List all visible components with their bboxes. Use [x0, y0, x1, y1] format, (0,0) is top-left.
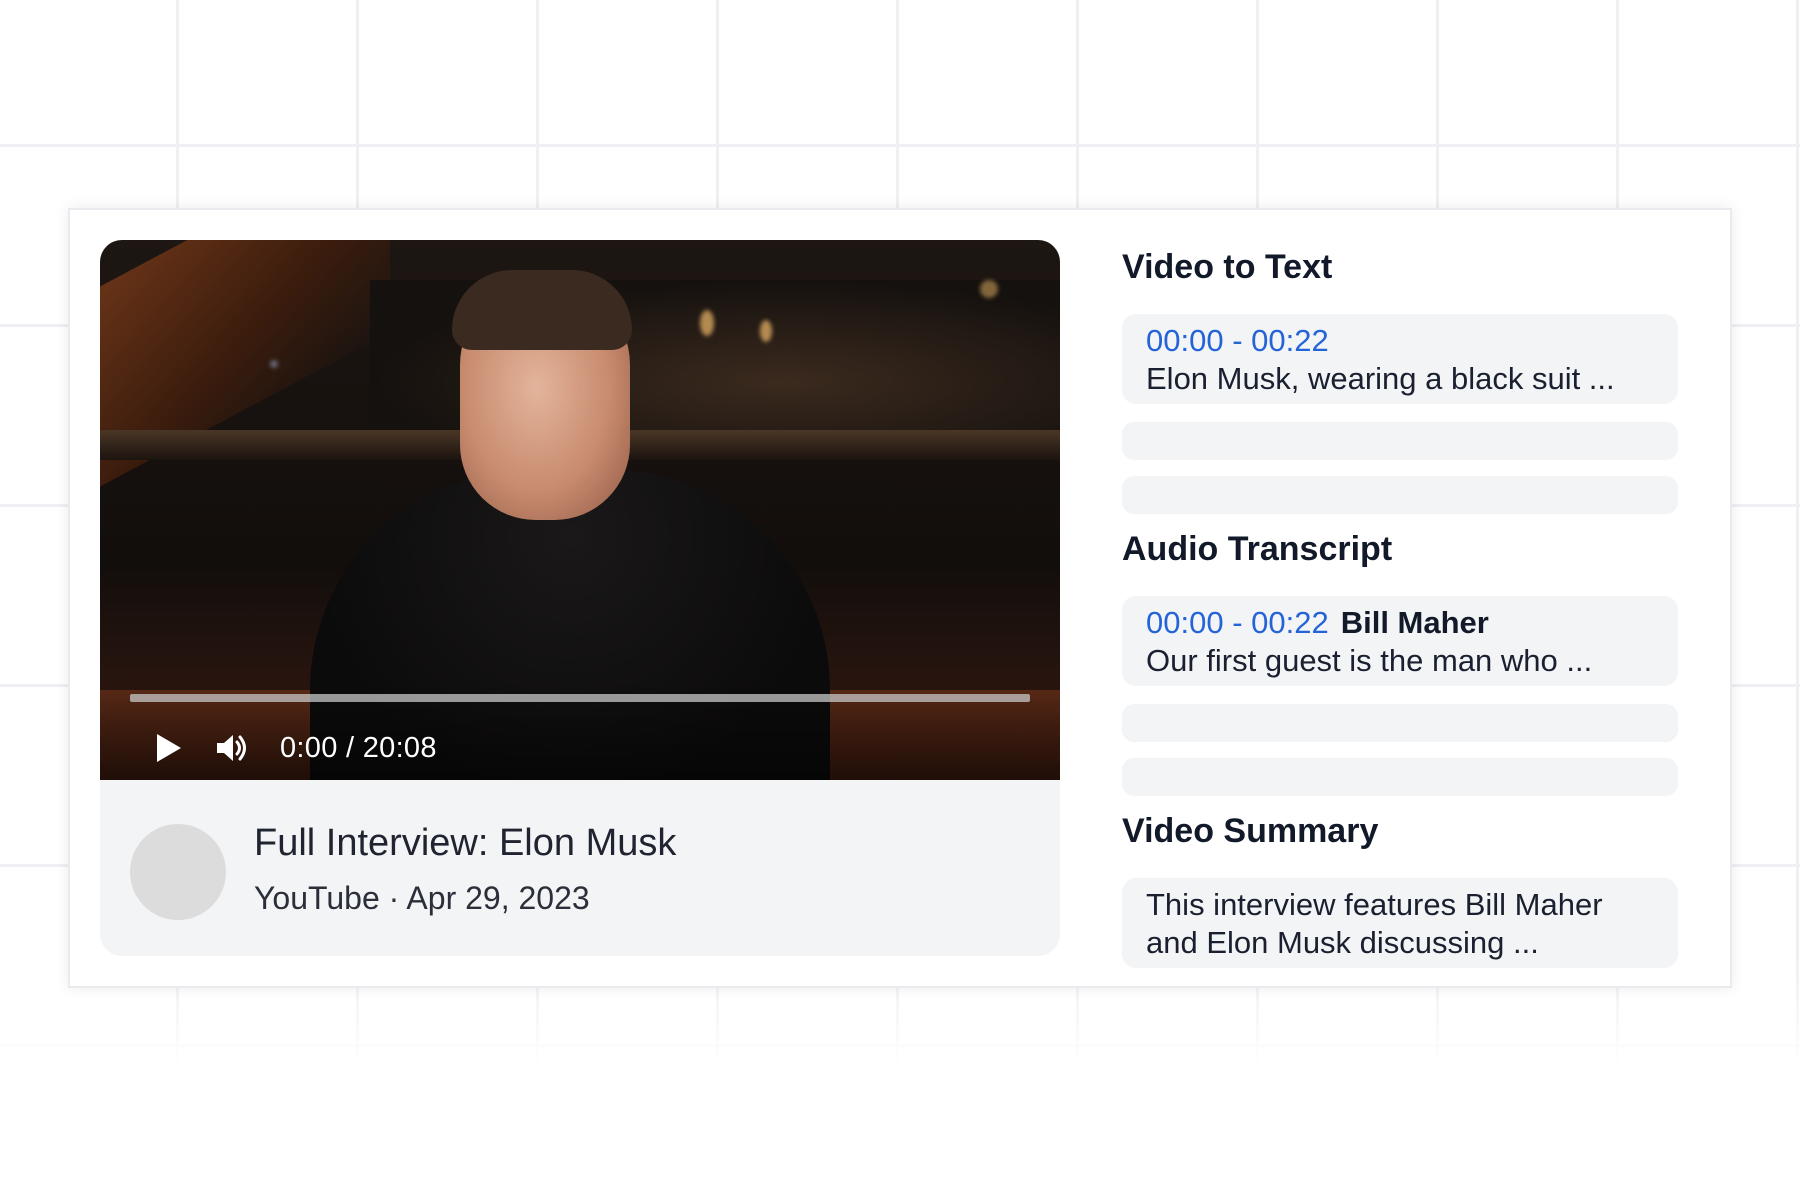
video-player: 0:00 / 20:08 Full Interview: Elon Musk Y… [100, 240, 1060, 956]
video-scene-light [760, 320, 772, 342]
time-display: 0:00 / 20:08 [280, 732, 437, 764]
audio-transcript-heading: Audio Transcript [1122, 530, 1393, 568]
video-date: Apr 29, 2023 [406, 880, 590, 916]
play-icon [157, 734, 181, 762]
video-to-text-placeholder [1122, 422, 1678, 460]
entry-timestamp-line: 00:00 - 00:22 Bill Maher [1146, 604, 1654, 642]
entry-speaker: Bill Maher [1340, 605, 1489, 640]
video-info: Full Interview: Elon Musk YouTube · Apr … [100, 780, 1060, 956]
video-summary-entry[interactable]: This interview features Bill Maher and E… [1122, 878, 1678, 968]
volume-button[interactable] [214, 730, 250, 766]
channel-avatar[interactable] [130, 824, 226, 920]
video-scene-person-hair [452, 270, 632, 350]
video-analysis-card: 0:00 / 20:08 Full Interview: Elon Musk Y… [68, 208, 1732, 988]
audio-transcript-entry[interactable]: 00:00 - 00:22 Bill Maher Our first guest … [1122, 596, 1678, 686]
video-scene-wood [100, 240, 390, 508]
video-scene-light [700, 310, 714, 336]
summary-line: This interview features Bill Maher [1146, 887, 1603, 922]
audio-transcript-placeholder [1122, 704, 1678, 742]
video-scene-light [270, 360, 278, 368]
entry-text: Our first guest is the man who ... [1146, 643, 1593, 678]
background-fade [0, 960, 1800, 1200]
entry-timestamp[interactable]: 00:00 - 00:22 [1146, 605, 1329, 640]
audio-transcript-placeholder [1122, 758, 1678, 796]
video-to-text-placeholder [1122, 476, 1678, 514]
play-button[interactable] [154, 732, 184, 764]
summary-line: and Elon Musk discussing ... [1146, 925, 1539, 960]
video-scene-light [980, 280, 998, 298]
video-title[interactable]: Full Interview: Elon Musk [254, 822, 676, 865]
progress-bar[interactable] [130, 694, 1030, 702]
entry-text: Elon Musk, wearing a black suit ... [1146, 361, 1615, 396]
entry-timestamp-line: 00:00 - 00:22 [1146, 322, 1654, 360]
video-to-text-entry[interactable]: 00:00 - 00:22 Elon Musk, wearing a black… [1122, 314, 1678, 404]
video-summary-heading: Video Summary [1122, 812, 1379, 850]
video-controls: 0:00 / 20:08 [100, 680, 1060, 780]
volume-icon [217, 735, 246, 761]
entry-timestamp[interactable]: 00:00 - 00:22 [1146, 323, 1329, 358]
video-meta: YouTube · Apr 29, 2023 [254, 880, 590, 917]
video-to-text-heading: Video to Text [1122, 248, 1333, 286]
video-frame[interactable]: 0:00 / 20:08 [100, 240, 1060, 780]
video-source: YouTube [254, 880, 380, 916]
meta-separator: · [388, 880, 400, 916]
